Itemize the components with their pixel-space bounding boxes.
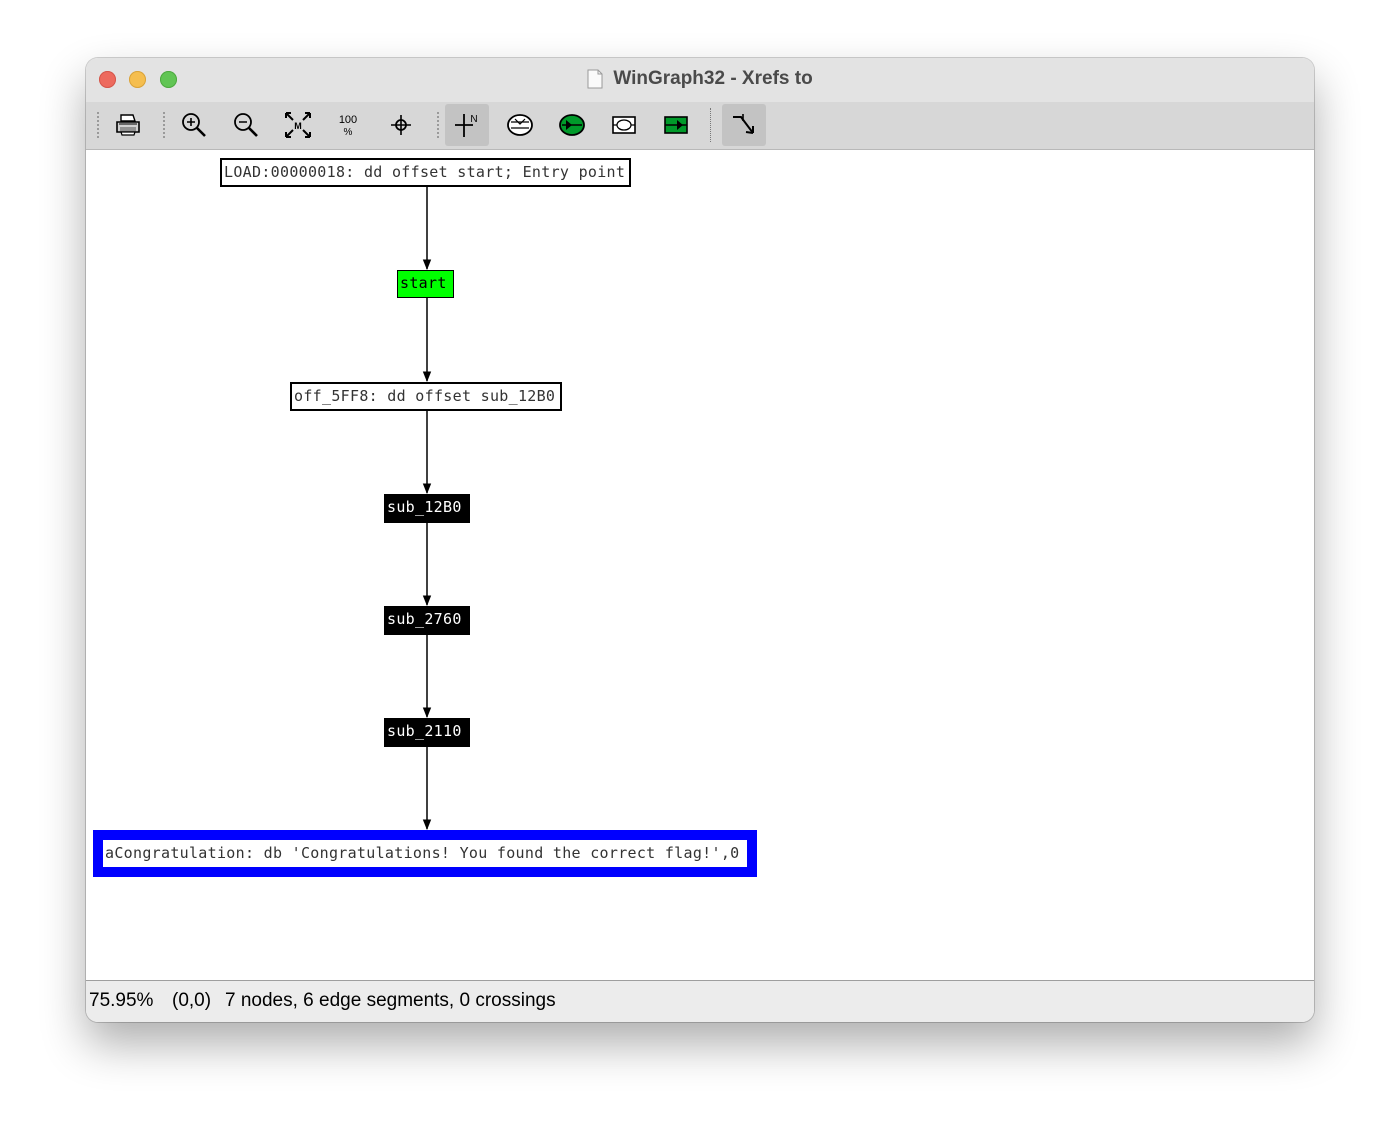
- title-group: WinGraph32 - Xrefs to: [86, 66, 1314, 92]
- graph-node-sub-12b0[interactable]: sub_12B0: [384, 494, 470, 523]
- zoom-in-icon: [182, 113, 206, 137]
- window-title: WinGraph32 - Xrefs to: [613, 68, 813, 89]
- north-icon: N: [455, 114, 478, 137]
- graph-node-off-5ff8[interactable]: off_5FF8: dd offset sub_12B0: [290, 382, 562, 411]
- toolbar-grip[interactable]: [163, 112, 167, 138]
- print-button[interactable]: [106, 104, 150, 146]
- svg-text:%: %: [344, 127, 353, 138]
- center-button[interactable]: [379, 104, 423, 146]
- layout-2-button[interactable]: [550, 104, 594, 146]
- printer-icon: [116, 114, 140, 136]
- title-bar[interactable]: WinGraph32 - Xrefs to: [86, 58, 1314, 102]
- graph-node-congratulation[interactable]: aCongratulation: db 'Congratulations! Yo…: [93, 830, 757, 877]
- toolbar-grip[interactable]: [437, 112, 441, 138]
- follow-edge-button[interactable]: [722, 104, 766, 146]
- graph-node-start[interactable]: start: [397, 270, 454, 298]
- graph-node-entry-point[interactable]: LOAD:00000018: dd offset start; Entry po…: [220, 158, 631, 187]
- zoom-100-icon: 100 %: [339, 114, 357, 138]
- layout-4-button[interactable]: [654, 104, 698, 146]
- graph-canvas[interactable]: LOAD:00000018: dd offset start; Entry po…: [86, 150, 1314, 981]
- layout-green-alt-icon: [664, 116, 688, 134]
- toolbar: M 100 % N: [86, 102, 1314, 150]
- layout-icon: [507, 114, 533, 136]
- graph-node-sub-2110[interactable]: sub_2110: [384, 718, 470, 747]
- wingraph-window: WinGraph32 - Xrefs to M 100 % N LOAD:000…: [86, 58, 1314, 1022]
- svg-text:M: M: [294, 121, 302, 131]
- document-icon: [587, 69, 603, 89]
- zoom-out-button[interactable]: [224, 104, 268, 146]
- layout-1-button[interactable]: [498, 104, 542, 146]
- status-bar: 75.95% (0,0) 7 nodes, 6 edge segments, 0…: [86, 981, 1314, 1022]
- follow-edge-icon: [733, 114, 754, 134]
- crosshair-icon: [391, 115, 411, 135]
- toolbar-grip[interactable]: [97, 112, 101, 138]
- svg-text:100: 100: [339, 114, 357, 126]
- zoom-in-button[interactable]: [172, 104, 216, 146]
- graph-summary: 7 nodes, 6 edge segments, 0 crossings: [225, 990, 556, 1011]
- zoom-level: 75.95%: [89, 990, 154, 1011]
- north-orientation-button[interactable]: N: [445, 104, 489, 146]
- svg-text:N: N: [470, 114, 477, 125]
- toolbar-separator: [710, 108, 712, 142]
- cursor-coords: (0,0): [172, 990, 212, 1011]
- graph-node-sub-2760[interactable]: sub_2760: [384, 606, 470, 635]
- zoom-out-icon: [234, 113, 258, 137]
- zoom-100-button[interactable]: 100 %: [326, 104, 370, 146]
- layout-alt-icon: [612, 116, 636, 134]
- fit-window-button[interactable]: M: [276, 104, 320, 146]
- fit-window-icon: M: [285, 112, 311, 138]
- layout-green-icon: [559, 114, 585, 136]
- layout-3-button[interactable]: [602, 104, 646, 146]
